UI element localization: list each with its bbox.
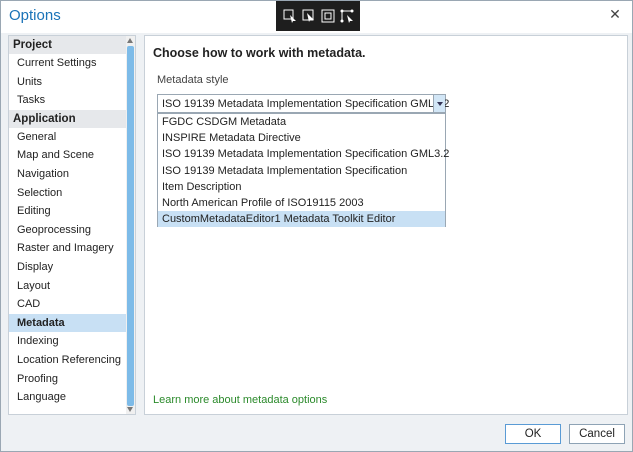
- cancel-button[interactable]: Cancel: [569, 424, 625, 444]
- panel-heading: Choose how to work with metadata.: [153, 46, 366, 60]
- frame-icon[interactable]: [320, 8, 336, 24]
- sidebar-item-units[interactable]: Units: [9, 73, 135, 92]
- scroll-down-arrow-icon[interactable]: [127, 407, 133, 412]
- scroll-up-arrow-icon[interactable]: [127, 38, 133, 43]
- options-sidebar: Project Current Settings Units Tasks App…: [8, 35, 136, 415]
- sidebar-item-cad[interactable]: CAD: [9, 295, 135, 314]
- chevron-down-icon: [437, 102, 443, 106]
- sidebar-item-geoprocessing[interactable]: Geoprocessing: [9, 221, 135, 240]
- sidebar-item-layout[interactable]: Layout: [9, 277, 135, 296]
- option-item-description[interactable]: Item Description: [158, 179, 445, 195]
- sidebar-item-proofing[interactable]: Proofing: [9, 370, 135, 389]
- sidebar-item-display[interactable]: Display: [9, 258, 135, 277]
- sidebar-item-location-referencing[interactable]: Location Referencing: [9, 351, 135, 370]
- dropdown-button[interactable]: [433, 95, 445, 112]
- window-title: Options: [9, 7, 61, 24]
- metadata-style-select[interactable]: ISO 19139 Metadata Implementation Specif…: [157, 94, 450, 113]
- option-inspire[interactable]: INSPIRE Metadata Directive: [158, 130, 445, 146]
- option-fgdc-csdgm[interactable]: FGDC CSDGM Metadata: [158, 114, 445, 130]
- sidebar-item-metadata[interactable]: Metadata: [9, 313, 135, 333]
- close-icon[interactable]: ✕: [608, 7, 622, 21]
- sidebar-item-selection[interactable]: Selection: [9, 184, 135, 203]
- edit-vertices-icon[interactable]: [339, 8, 355, 24]
- option-iso19139[interactable]: ISO 19139 Metadata Implementation Specif…: [158, 163, 445, 179]
- sidebar-item-raster-and-imagery[interactable]: Raster and Imagery: [9, 239, 135, 258]
- cursor-select-icon[interactable]: [282, 8, 298, 24]
- sidebar-item-navigation[interactable]: Navigation: [9, 165, 135, 184]
- sidebar-group-project: Project: [9, 36, 135, 54]
- ok-button[interactable]: OK: [505, 424, 561, 444]
- sidebar-item-indexing[interactable]: Indexing: [9, 332, 135, 351]
- metadata-style-value: ISO 19139 Metadata Implementation Specif…: [162, 98, 450, 110]
- sidebar-item-language[interactable]: Language: [9, 388, 135, 407]
- sidebar-item-tasks[interactable]: Tasks: [9, 91, 135, 110]
- sidebar-item-map-and-scene[interactable]: Map and Scene: [9, 146, 135, 165]
- floating-toolbar: [276, 1, 360, 31]
- sidebar-scrollbar[interactable]: [126, 36, 135, 414]
- learn-more-link[interactable]: Learn more about metadata options: [153, 394, 327, 406]
- metadata-style-label: Metadata style: [157, 74, 229, 86]
- sidebar-item-editing[interactable]: Editing: [9, 202, 135, 221]
- metadata-settings-panel: Choose how to work with metadata. Metada…: [144, 35, 628, 415]
- scroll-thumb[interactable]: [127, 46, 134, 406]
- sidebar-item-general[interactable]: General: [9, 128, 135, 147]
- sidebar-group-application: Application: [9, 109, 135, 128]
- sidebar-item-current-settings[interactable]: Current Settings: [9, 54, 135, 73]
- option-iso19139-gml32[interactable]: ISO 19139 Metadata Implementation Specif…: [158, 146, 449, 162]
- option-custom-metadata-editor[interactable]: CustomMetadataEditor1 Metadata Toolkit E…: [158, 211, 445, 228]
- pointer-icon[interactable]: [301, 8, 317, 24]
- options-dialog: Options ✕ Project Current Settings Units…: [0, 0, 633, 452]
- metadata-style-options-list: FGDC CSDGM Metadata INSPIRE Metadata Dir…: [157, 113, 449, 228]
- option-north-american-profile[interactable]: North American Profile of ISO19115 2003: [158, 195, 445, 211]
